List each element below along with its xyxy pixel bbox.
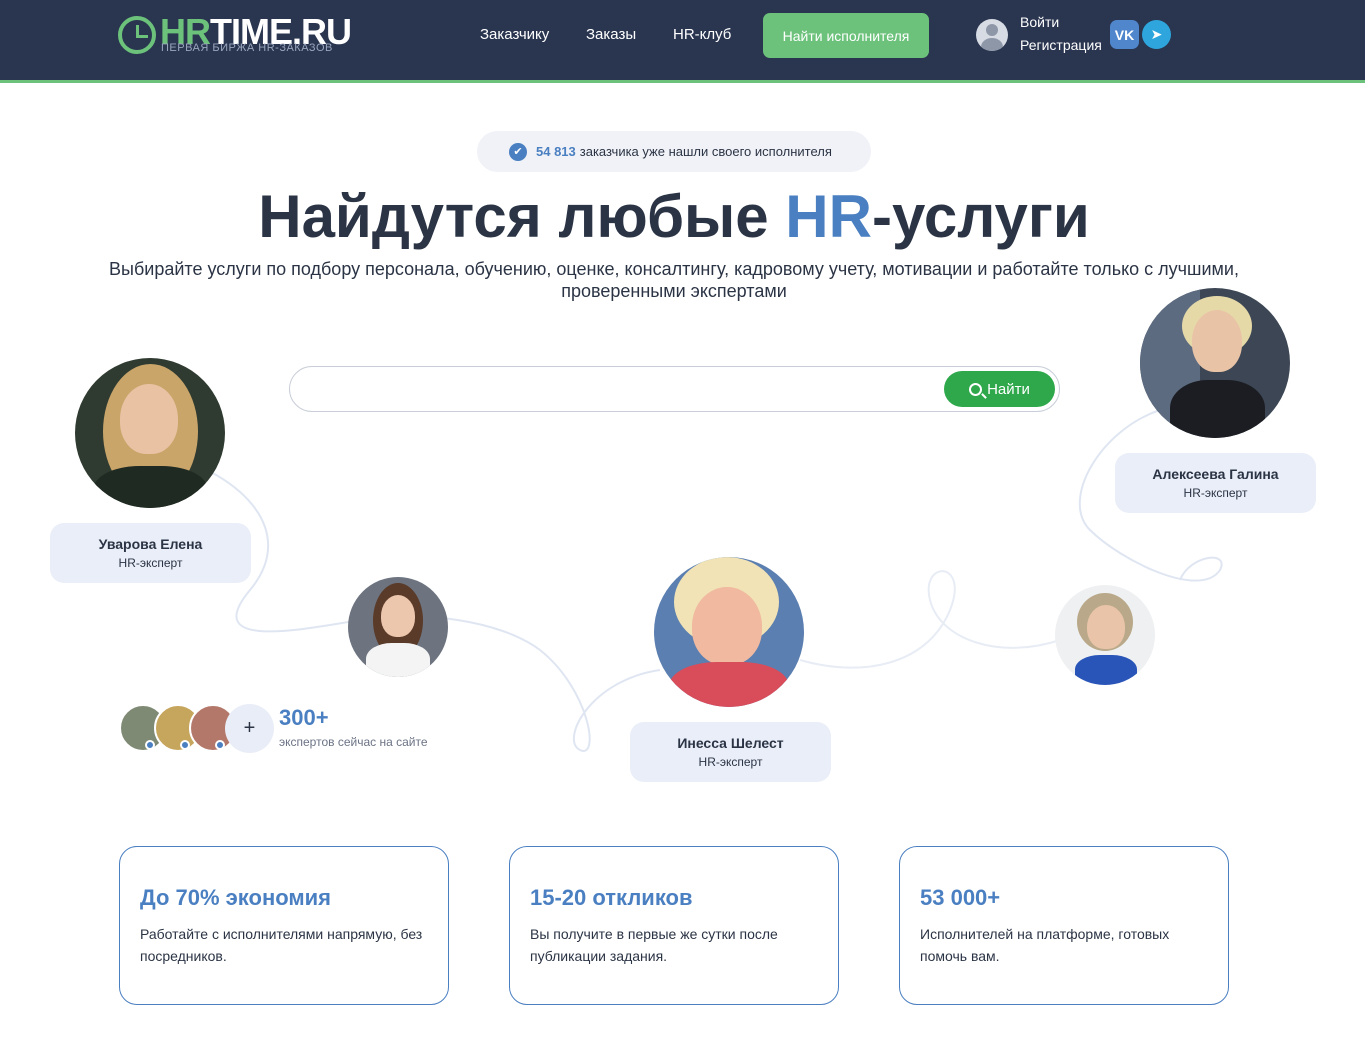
user-avatar-icon[interactable] xyxy=(976,19,1008,51)
find-performer-button[interactable]: Найти исполнителя xyxy=(763,13,929,58)
login-link[interactable]: Войти xyxy=(1020,14,1059,30)
telegram-icon[interactable]: ➤ xyxy=(1142,20,1171,49)
vk-icon[interactable]: VK xyxy=(1110,20,1139,49)
online-experts-label: экспертов сейчас на сайте xyxy=(279,735,428,749)
online-experts-count: 300+ xyxy=(279,705,329,730)
page-subtitle: Выбирайте услуги по подбору персонала, о… xyxy=(109,259,1239,301)
online-status-dot xyxy=(215,740,225,750)
expert-card-shelest[interactable]: Инесса Шелест HR-эксперт xyxy=(630,722,831,782)
expert-photo-uvarova[interactable] xyxy=(75,358,225,508)
search-button[interactable]: Найти xyxy=(944,371,1055,407)
benefit-card-performers: 53 000+ Исполнителей на платформе, готов… xyxy=(899,846,1229,1005)
search-input[interactable] xyxy=(310,373,930,405)
more-experts-button[interactable]: + xyxy=(225,704,274,753)
check-icon: ✔ xyxy=(509,142,527,161)
expert-photo-small-1[interactable] xyxy=(348,577,448,677)
nav-link-customer[interactable]: Заказчику xyxy=(480,26,549,43)
customers-counter-text: заказчика уже нашли своего исполнителя xyxy=(579,144,832,159)
expert-card-uvarova[interactable]: Уварова Елена HR-эксперт xyxy=(50,523,251,583)
logo-tagline: ПЕРВАЯ БИРЖА HR-ЗАКАЗОВ xyxy=(161,42,333,54)
register-link[interactable]: Регистрация xyxy=(1020,37,1102,53)
nav-link-orders[interactable]: Заказы xyxy=(586,26,636,43)
benefit-card-savings: До 70% экономия Работайте с исполнителям… xyxy=(119,846,449,1005)
nav-link-hr-club[interactable]: HR-клуб xyxy=(673,26,731,43)
benefit-card-responses: 15-20 откликов Вы получите в первые же с… xyxy=(509,846,839,1005)
page-title: Найдутся любые HR-услуги xyxy=(258,183,1090,250)
online-status-dot xyxy=(180,740,190,750)
online-status-dot xyxy=(145,740,155,750)
service-search: Найти xyxy=(289,366,1060,412)
search-icon xyxy=(969,382,983,396)
site-header: HRTIME.RU ПЕРВАЯ БИРЖА HR-ЗАКАЗОВ Заказч… xyxy=(0,0,1365,83)
clock-icon xyxy=(118,16,156,54)
expert-photo-shelest[interactable] xyxy=(654,557,804,707)
expert-card-alekseeva[interactable]: Алексеева Галина HR-эксперт xyxy=(1115,453,1316,513)
site-logo[interactable]: HRTIME.RU ПЕРВАЯ БИРЖА HR-ЗАКАЗОВ xyxy=(118,12,358,64)
expert-photo-small-2[interactable] xyxy=(1055,585,1155,685)
customers-count: 54 813 xyxy=(536,144,576,159)
customers-counter-badge: ✔ 54 813 заказчика уже нашли своего испо… xyxy=(477,131,871,172)
expert-photo-alekseeva[interactable] xyxy=(1140,288,1290,438)
